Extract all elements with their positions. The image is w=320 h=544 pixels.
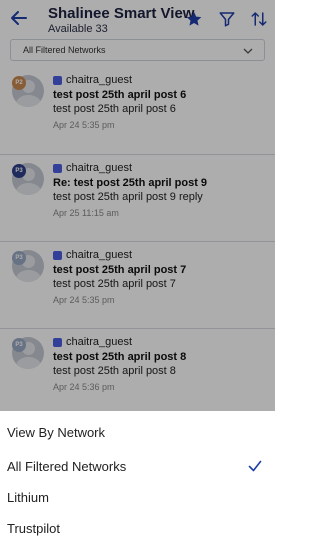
option-label: Lithium [7, 490, 49, 505]
option-label: Trustpilot [7, 521, 60, 536]
view-by-network-sheet: View By Network All Filtered Networks Li… [0, 411, 275, 544]
option-all-filtered-networks[interactable]: All Filtered Networks [0, 452, 275, 480]
option-lithium[interactable]: Lithium [0, 483, 275, 511]
sheet-title: View By Network [7, 425, 106, 440]
option-label: All Filtered Networks [7, 459, 127, 474]
option-trustpilot[interactable]: Trustpilot [0, 514, 275, 542]
checkmark-icon [248, 460, 262, 472]
